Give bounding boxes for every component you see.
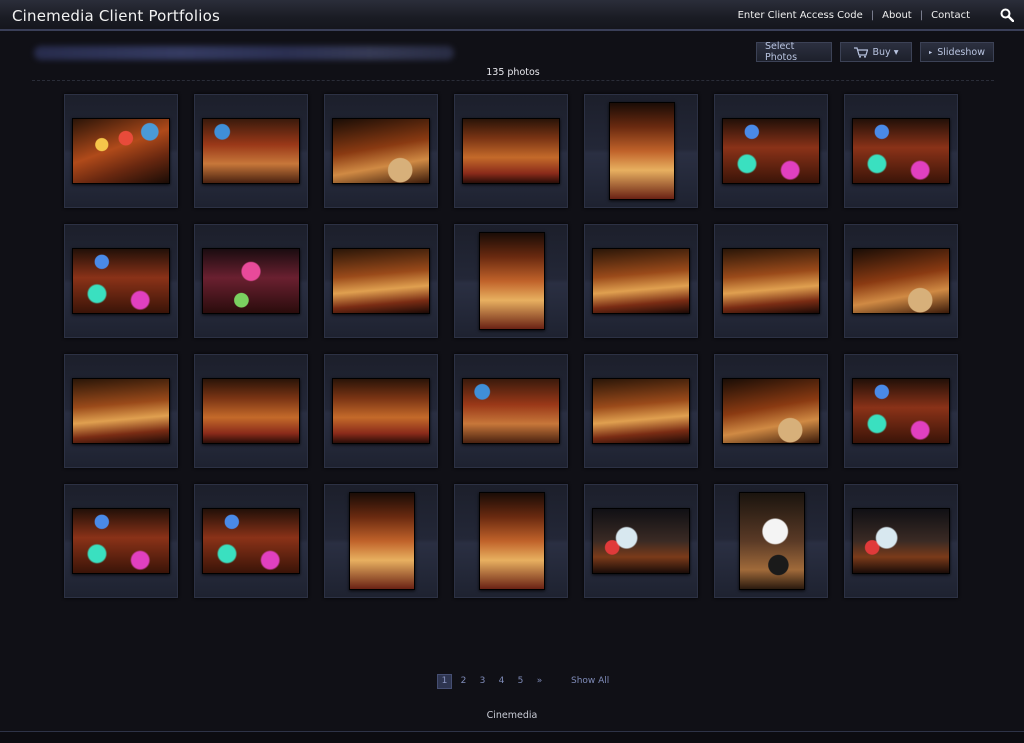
photo-thumbnail[interactable]	[584, 354, 698, 468]
photo-image[interactable]	[852, 118, 950, 184]
photo-image[interactable]	[462, 378, 560, 444]
photo-thumbnail[interactable]	[64, 484, 178, 598]
gallery-header: Select Photos Buy ▾ Slideshow 135 photos	[32, 41, 994, 82]
slideshow-button[interactable]: Slideshow	[920, 42, 994, 62]
photo-image[interactable]	[72, 378, 170, 444]
photo-image[interactable]	[592, 378, 690, 444]
play-icon	[929, 50, 933, 54]
photo-thumbnail[interactable]	[584, 484, 698, 598]
photo-image[interactable]	[72, 248, 170, 314]
page-link-5[interactable]: 5	[513, 674, 528, 689]
photo-image[interactable]	[722, 378, 820, 444]
photo-grid	[64, 94, 958, 598]
photo-image[interactable]	[332, 378, 430, 444]
photo-thumbnail[interactable]	[194, 484, 308, 598]
photo-image[interactable]	[852, 378, 950, 444]
photo-image[interactable]	[592, 248, 690, 314]
photo-thumbnail[interactable]	[844, 94, 958, 208]
photo-thumbnail[interactable]	[324, 224, 438, 338]
search-icon[interactable]	[1000, 8, 1014, 22]
show-all-link[interactable]: Show All	[571, 676, 609, 686]
photo-thumbnail[interactable]	[324, 94, 438, 208]
nav-about[interactable]: About	[882, 10, 912, 21]
page-link-3[interactable]: 3	[475, 674, 490, 689]
photo-image[interactable]	[722, 248, 820, 314]
page-link-4[interactable]: 4	[494, 674, 509, 689]
site-header: Cinemedia Client Portfolios Enter Client…	[0, 0, 1024, 31]
blurred-breadcrumb	[34, 46, 454, 60]
photo-thumbnail[interactable]	[844, 354, 958, 468]
slideshow-label: Slideshow	[937, 46, 985, 58]
photo-image[interactable]	[479, 492, 545, 590]
footer-bar	[0, 731, 1024, 743]
select-photos-label: Select Photos	[765, 41, 798, 63]
gallery-actions: Select Photos Buy ▾ Slideshow	[756, 41, 994, 63]
photo-thumbnail[interactable]	[324, 354, 438, 468]
photo-image[interactable]	[202, 508, 300, 574]
photo-thumbnail[interactable]	[714, 224, 828, 338]
photo-thumbnail[interactable]	[454, 484, 568, 598]
buy-button[interactable]: Buy ▾	[840, 42, 912, 62]
photo-thumbnail[interactable]	[584, 94, 698, 208]
header-divider	[32, 80, 994, 81]
photo-thumbnail[interactable]	[844, 484, 958, 598]
photo-thumbnail[interactable]	[64, 94, 178, 208]
photo-image[interactable]	[722, 118, 820, 184]
photo-image[interactable]	[72, 118, 170, 184]
photo-image[interactable]	[592, 508, 690, 574]
photo-thumbnail[interactable]	[584, 224, 698, 338]
photo-count: 135 photos	[486, 67, 540, 78]
photo-image[interactable]	[202, 378, 300, 444]
photo-thumbnail[interactable]	[454, 94, 568, 208]
photo-thumbnail[interactable]	[714, 94, 828, 208]
photo-thumbnail[interactable]	[324, 484, 438, 598]
photo-thumbnail[interactable]	[64, 224, 178, 338]
photo-image[interactable]	[462, 118, 560, 184]
photo-image[interactable]	[852, 248, 950, 314]
photo-image[interactable]	[609, 102, 675, 200]
pagination: 1 2 3 4 5 » Show All	[437, 673, 609, 689]
photo-thumbnail[interactable]	[844, 224, 958, 338]
photo-thumbnail[interactable]	[714, 354, 828, 468]
photo-image[interactable]	[349, 492, 415, 590]
site-title[interactable]: Cinemedia Client Portfolios	[12, 7, 220, 25]
photo-thumbnail[interactable]	[194, 94, 308, 208]
buy-label: Buy ▾	[872, 46, 899, 58]
photo-thumbnail[interactable]	[454, 354, 568, 468]
select-photos-button[interactable]: Select Photos	[756, 41, 832, 63]
photo-thumbnail[interactable]	[194, 224, 308, 338]
photo-thumbnail[interactable]	[454, 224, 568, 338]
nav-contact[interactable]: Contact	[931, 10, 970, 21]
photo-image[interactable]	[202, 248, 300, 314]
photo-thumbnail[interactable]	[64, 354, 178, 468]
photo-image[interactable]	[332, 248, 430, 314]
photo-image[interactable]	[479, 232, 545, 330]
photo-thumbnail[interactable]	[714, 484, 828, 598]
photo-image[interactable]	[852, 508, 950, 574]
page-link-2[interactable]: 2	[456, 674, 471, 689]
photo-image[interactable]	[332, 118, 430, 184]
nav-separator: |	[870, 10, 875, 21]
top-nav: Enter Client Access Code | About | Conta…	[738, 10, 970, 21]
photo-image[interactable]	[72, 508, 170, 574]
footer-text: Cinemedia	[486, 710, 538, 721]
next-page-link[interactable]: »	[532, 674, 547, 689]
nav-client-access-code[interactable]: Enter Client Access Code	[738, 10, 863, 21]
photo-thumbnail[interactable]	[194, 354, 308, 468]
page-link-1[interactable]: 1	[437, 673, 452, 689]
cart-icon	[853, 46, 868, 58]
photo-image[interactable]	[202, 118, 300, 184]
photo-image[interactable]	[739, 492, 805, 590]
nav-separator: |	[919, 10, 924, 21]
